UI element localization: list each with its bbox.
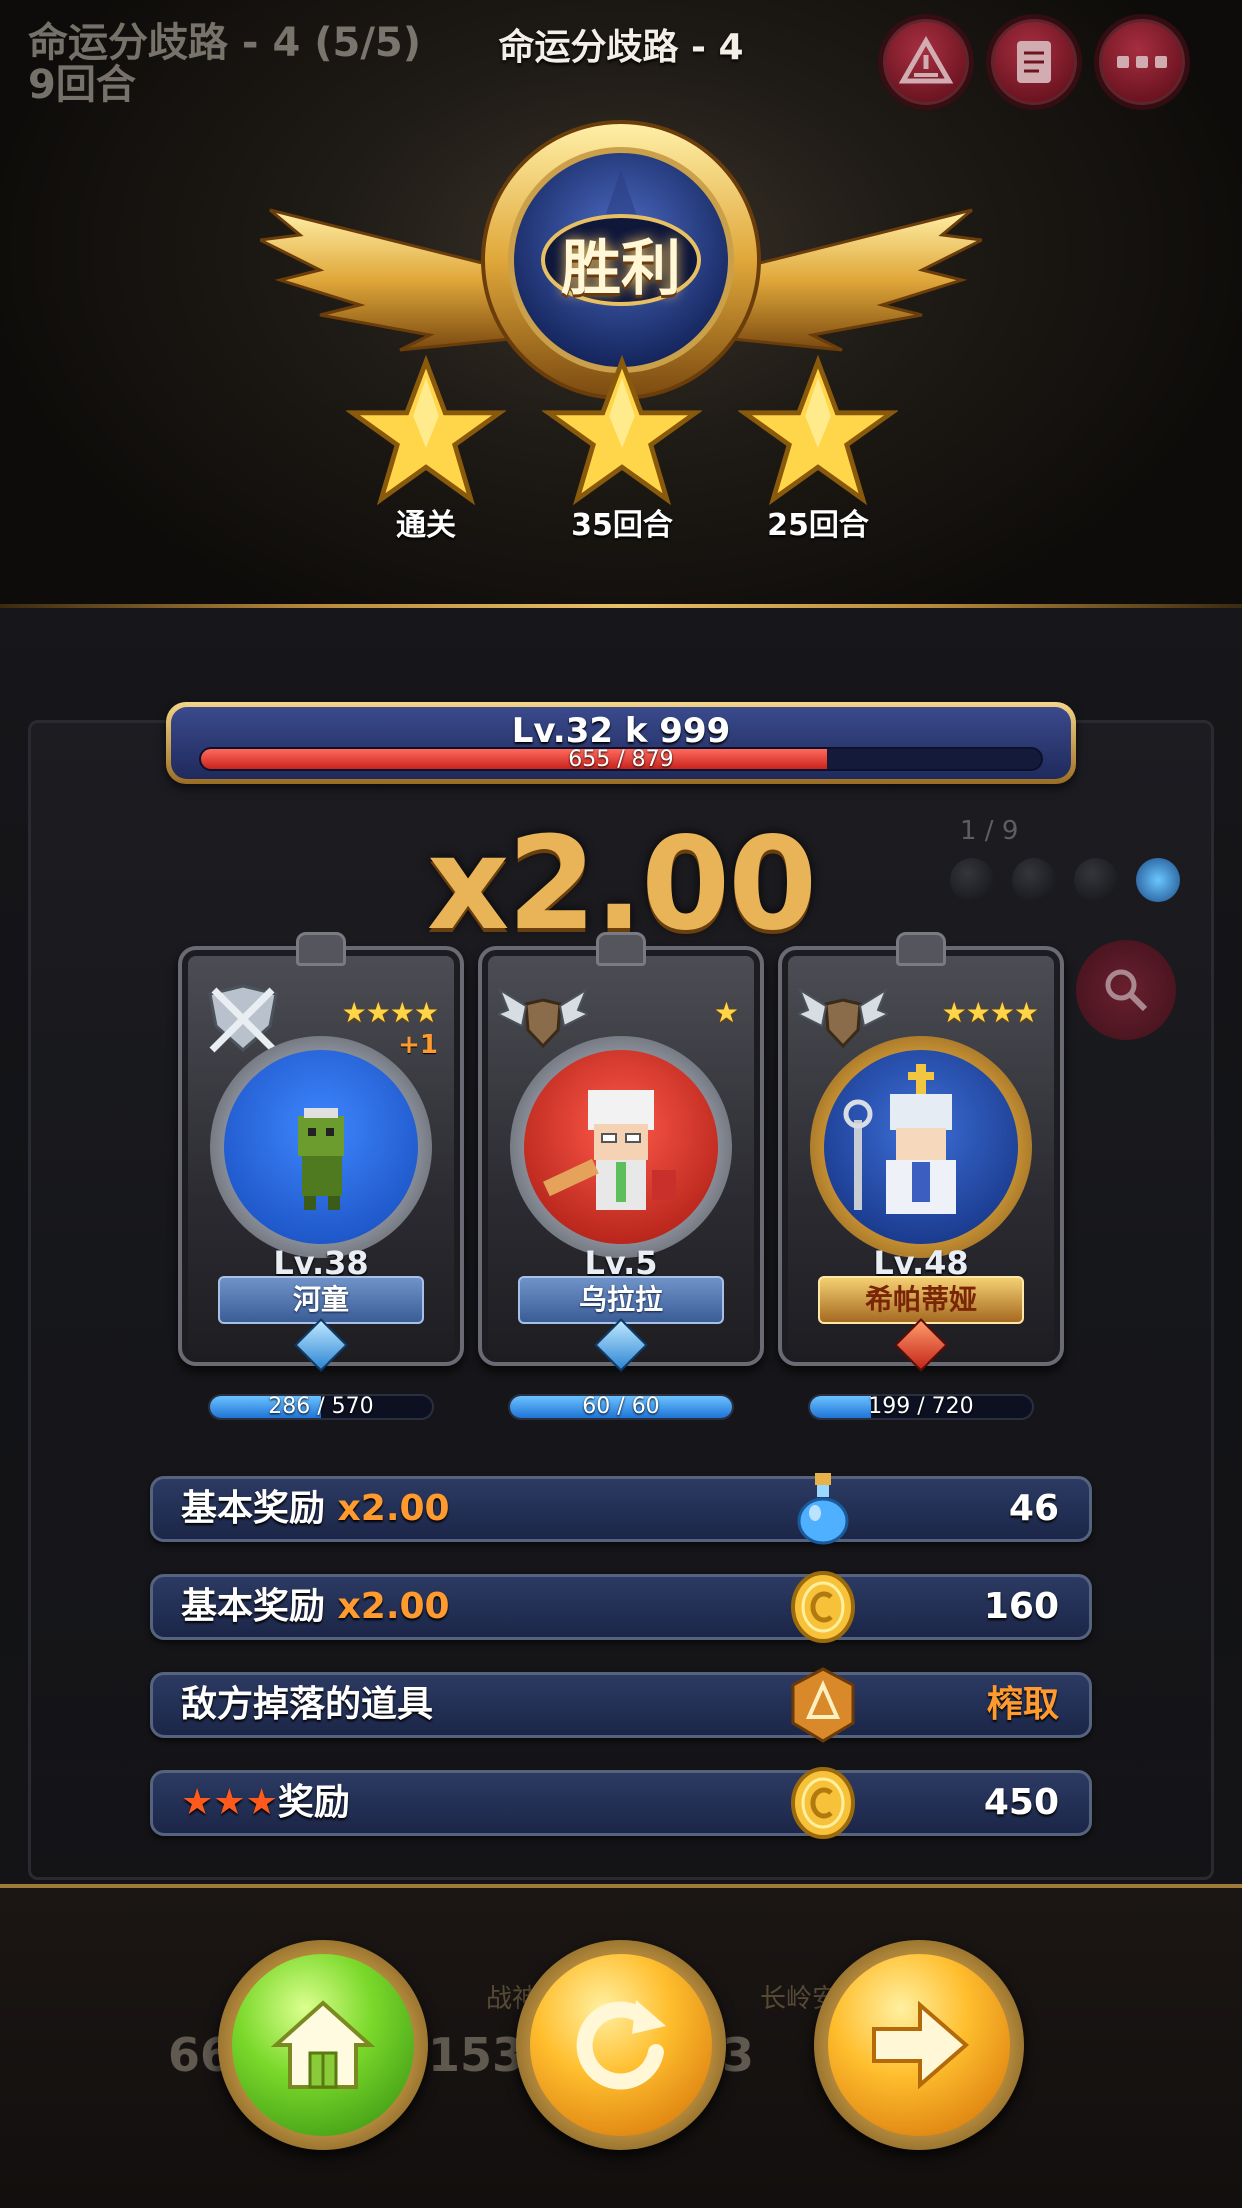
hero-name: 乌拉拉 <box>518 1276 724 1324</box>
victory-star-3 <box>736 352 900 512</box>
gold-coin-icon <box>791 1767 855 1839</box>
hero-plus-badge: +1 <box>398 1030 438 1060</box>
reward-multiplier: x2.00 <box>337 1488 450 1529</box>
alert-button[interactable] <box>878 14 974 110</box>
reward-row-base-gold: 基本奖励 x2.00 160 <box>150 1571 1092 1643</box>
scroll-icon <box>1017 41 1051 83</box>
hero-rarity-stars: ★ <box>713 996 739 1029</box>
magnifier-icon <box>1105 969 1148 1012</box>
gold-star-icon <box>736 354 900 506</box>
home-icon <box>270 2000 376 2089</box>
player-xp-bar: 655 / 879 <box>199 747 1043 771</box>
reward-value: 榨取 <box>986 1684 1059 1725</box>
next-arrow-icon <box>872 2000 970 2090</box>
more-button[interactable] <box>1094 14 1190 110</box>
hero-xp-text: 286 / 570 <box>268 1394 374 1419</box>
log-button[interactable] <box>986 14 1082 110</box>
background-team-count: 153 <box>428 2028 525 2082</box>
home-button[interactable] <box>218 1940 428 2150</box>
reward-label: 基本奖励 <box>181 1488 338 1529</box>
gold-star-icon <box>344 354 508 506</box>
bronze-medal-icon <box>791 1667 855 1743</box>
gold-coin-icon <box>791 1571 855 1643</box>
reward-row-base-potion: 基本奖励 x2.00 46 <box>150 1473 1092 1545</box>
player-level-bar: Lv.32 k 999 655 / 879 <box>166 702 1076 784</box>
more-icon <box>1117 56 1167 68</box>
victory-star-1 <box>344 352 508 512</box>
retry-icon <box>576 2000 666 2090</box>
star-condition-label: 25回合 <box>767 508 869 543</box>
star-condition-label: 通关 <box>396 508 456 543</box>
hero-card-3[interactable]: ★★★★ Lv.48 希帕蒂娅 199 / 720 <box>778 932 1064 1420</box>
kappa-sprite-icon <box>298 1108 344 1210</box>
star-condition-label: 35回合 <box>571 508 673 543</box>
hero-portrait <box>524 1050 718 1244</box>
retry-button[interactable] <box>516 1940 726 2150</box>
reward-label: 敌方掉落的道具 <box>181 1684 434 1725</box>
hero-xp-bar: 199 / 720 <box>808 1394 1034 1420</box>
hero-portrait <box>224 1050 418 1244</box>
player-level: Lv.32 k 999 <box>511 711 731 751</box>
reward-row-enemy-drops: 敌方掉落的道具 榨取 <box>150 1667 1092 1743</box>
grandma-sprite-icon <box>543 1090 676 1210</box>
reward-value: 160 <box>983 1586 1059 1627</box>
hero-portrait <box>824 1050 1018 1244</box>
turn-count: 9回合 <box>28 62 136 108</box>
hero-rarity-stars: ★★★★ <box>941 996 1039 1029</box>
hero-xp-bar: 60 / 60 <box>508 1394 734 1420</box>
reward-row-star-bonus: ★★★奖励 450 <box>150 1767 1092 1839</box>
reward-value: 46 <box>1008 1488 1059 1529</box>
gold-star-icon <box>540 354 704 506</box>
hero-xp-text: 199 / 720 <box>868 1394 974 1419</box>
victory-star-2 <box>540 352 704 512</box>
hero-xp-bar: 286 / 570 <box>208 1394 434 1420</box>
hero-card-2[interactable]: ★ Lv.5 乌拉拉 60 / 60 <box>478 932 764 1420</box>
victory-title: 胜利 <box>561 234 681 304</box>
background-team-count: 3 <box>722 2028 755 2082</box>
reward-multiplier: x2.00 <box>337 1586 450 1627</box>
potion-icon <box>797 1473 849 1545</box>
three-star-icon: ★★★ <box>181 1782 278 1823</box>
reward-label: 奖励 <box>277 1782 350 1823</box>
hero-card-1[interactable]: ★★★★ +1 Lv.38 河童 286 / 570 <box>178 932 464 1420</box>
priestess-sprite-icon <box>843 1064 956 1214</box>
reward-label: 基本奖励 <box>181 1586 338 1627</box>
next-button[interactable] <box>814 1940 1024 2150</box>
hero-rarity-stars: ★★★★ <box>341 996 439 1029</box>
player-xp-text: 655 / 879 <box>568 747 674 771</box>
hero-xp-text: 60 / 60 <box>582 1394 660 1419</box>
reward-value: 450 <box>983 1782 1059 1823</box>
hero-name: 河童 <box>218 1276 424 1324</box>
alert-icon <box>899 35 953 84</box>
hero-name: 希帕蒂娅 <box>818 1276 1024 1324</box>
